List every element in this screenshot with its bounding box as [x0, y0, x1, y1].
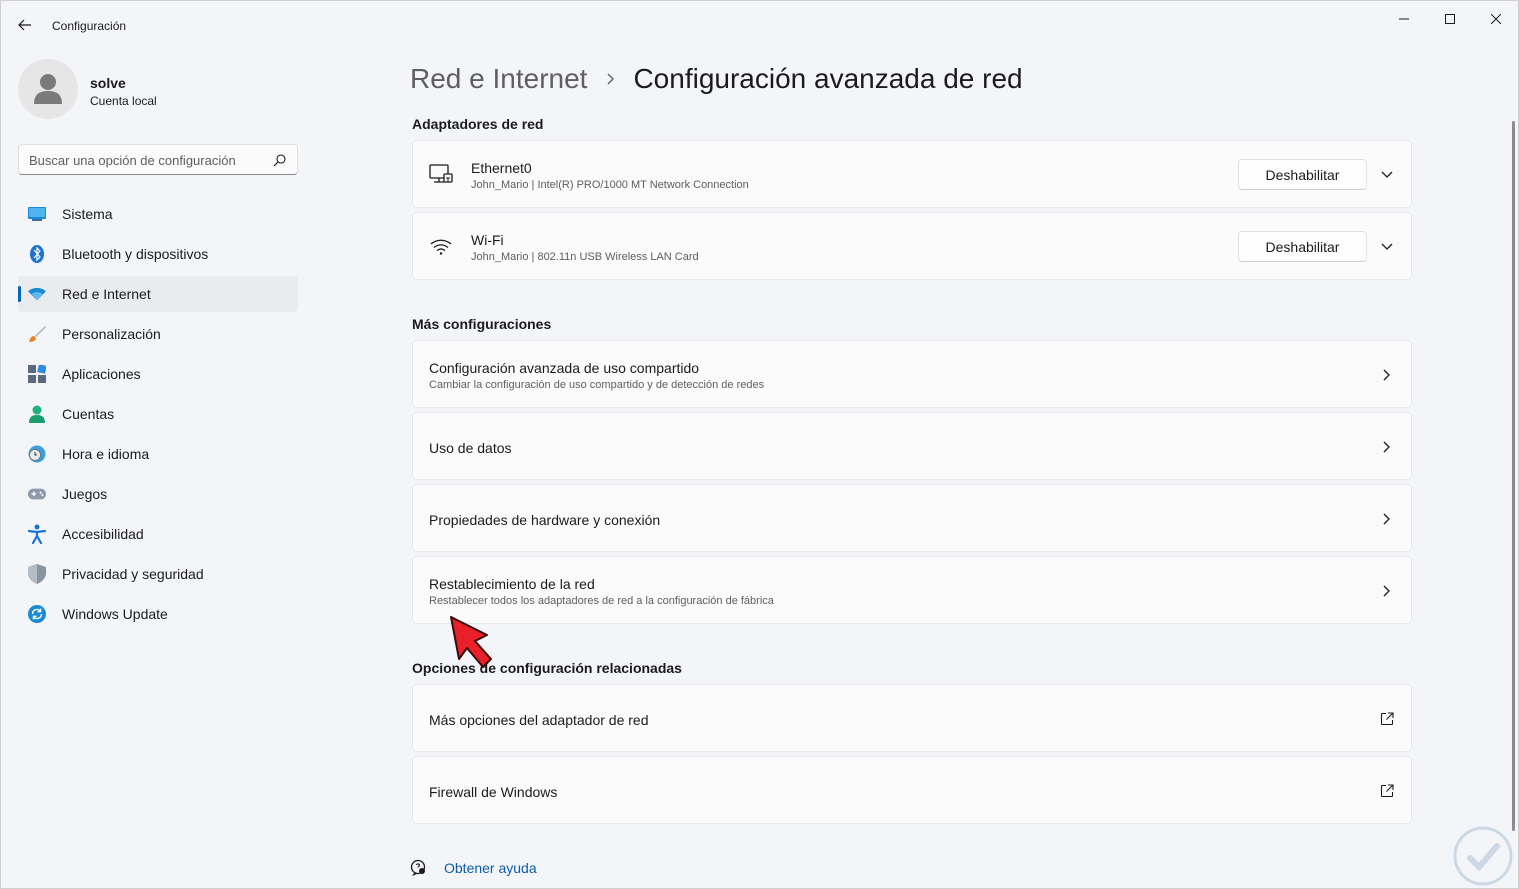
watermark-logo-icon: [1453, 826, 1513, 886]
external-link-icon: [1379, 783, 1395, 799]
scrollbar[interactable]: [1512, 121, 1515, 831]
card-subtitle: Restablecer todos los adaptadores de red…: [429, 595, 774, 607]
settings-card-propiedades-hardware[interactable]: Propiedades de hardware y conexión: [412, 484, 1412, 552]
related-card-firewall[interactable]: Firewall de Windows: [412, 756, 1412, 824]
app-title: Configuración: [52, 19, 127, 33]
sidebar-item-aplicaciones[interactable]: Aplicaciones: [18, 356, 298, 392]
sidebar-item-label: Red e Internet: [62, 286, 151, 302]
adapter-card-wifi[interactable]: Wi-Fi John_Mario | 802.11n USB Wireless …: [412, 212, 1412, 280]
clock-globe-icon: [28, 445, 46, 463]
settings-card-restablecimiento-red[interactable]: Restablecimiento de la red Restablecer t…: [412, 556, 1412, 624]
person-icon: [28, 405, 46, 423]
sidebar-item-juegos[interactable]: Juegos: [18, 476, 298, 512]
gamepad-icon: [28, 485, 46, 503]
chevron-down-icon[interactable]: [1377, 165, 1397, 185]
close-button[interactable]: [1473, 5, 1519, 33]
sidebar-item-label: Aplicaciones: [62, 366, 141, 382]
pointer-arrow-icon: [450, 616, 492, 668]
search-box[interactable]: [18, 144, 298, 175]
card-title: Uso de datos: [429, 440, 512, 456]
sidebar-nav: Sistema Bluetooth y dispositivos Red e I…: [18, 196, 298, 636]
sidebar-item-label: Sistema: [62, 206, 113, 222]
minimize-icon: [1399, 18, 1409, 20]
sidebar-item-bluetooth[interactable]: Bluetooth y dispositivos: [18, 236, 298, 272]
sidebar-item-privacidad[interactable]: Privacidad y seguridad: [18, 556, 298, 592]
card-subtitle: Cambiar la configuración de uso comparti…: [429, 379, 765, 391]
disable-button[interactable]: Deshabilitar: [1238, 231, 1367, 262]
card-title: Firewall de Windows: [429, 784, 558, 800]
sidebar-item-hora-idioma[interactable]: Hora e idioma: [18, 436, 298, 472]
help-chat-icon: [410, 859, 426, 876]
person-icon: [34, 74, 62, 104]
settings-window: Configuración solve Cuenta local Buscar …: [0, 0, 1519, 889]
sidebar-item-label: Personalización: [62, 326, 161, 342]
adapter-description: John_Mario | 802.11n USB Wireless LAN Ca…: [471, 251, 699, 263]
sidebar-item-personalizacion[interactable]: Personalización: [18, 316, 298, 352]
sidebar-item-accesibilidad[interactable]: Accesibilidad: [18, 516, 298, 552]
adapter-card-ethernet[interactable]: Ethernet0 John_Mario | Intel(R) PRO/1000…: [412, 140, 1412, 208]
chevron-right-icon: [1379, 367, 1395, 383]
brush-icon: [28, 325, 46, 343]
section-title-mas-configuraciones: Más configuraciones: [412, 316, 552, 332]
sidebar-item-label: Bluetooth y dispositivos: [62, 246, 209, 262]
search-icon[interactable]: [273, 153, 287, 167]
sidebar-item-label: Accesibilidad: [62, 526, 144, 542]
avatar: [18, 59, 78, 119]
bluetooth-icon: [28, 245, 46, 263]
adapter-name: Wi-Fi: [471, 232, 504, 248]
maximize-icon: [1445, 14, 1455, 24]
adapter-description: John_Mario | Intel(R) PRO/1000 MT Networ…: [471, 179, 749, 191]
sidebar-item-label: Windows Update: [62, 606, 168, 622]
sidebar-item-windows-update[interactable]: Windows Update: [18, 596, 298, 632]
card-title: Más opciones del adaptador de red: [429, 712, 649, 728]
ethernet-icon: [429, 163, 453, 187]
user-profile[interactable]: solve Cuenta local: [18, 59, 298, 119]
shield-icon: [28, 564, 46, 584]
chevron-right-icon: [1379, 583, 1395, 599]
sidebar-item-label: Hora e idioma: [62, 446, 150, 462]
close-icon: [1491, 14, 1501, 24]
sidebar-item-red-internet[interactable]: Red e Internet: [18, 276, 298, 312]
settings-card-uso-compartido[interactable]: Configuración avanzada de uso compartido…: [412, 340, 1412, 408]
breadcrumb: Red e Internet Configuración avanzada de…: [410, 59, 1023, 99]
minimize-button[interactable]: [1381, 5, 1427, 33]
sidebar-item-sistema[interactable]: Sistema: [18, 196, 298, 232]
title-bar: Configuración: [1, 1, 1518, 49]
breadcrumb-parent[interactable]: Red e Internet: [410, 63, 587, 95]
page-title: Configuración avanzada de red: [633, 63, 1023, 94]
sidebar-item-cuentas[interactable]: Cuentas: [18, 396, 298, 432]
settings-card-uso-datos[interactable]: Uso de datos: [412, 412, 1412, 480]
sidebar-item-label: Cuentas: [62, 406, 115, 422]
card-title: Configuración avanzada de uso compartido: [429, 360, 700, 376]
card-title: Restablecimiento de la red: [429, 576, 595, 592]
chevron-right-icon: [1379, 439, 1395, 455]
profile-name: solve: [90, 75, 126, 91]
get-help-link[interactable]: Obtener ayuda: [410, 857, 537, 879]
wifi-icon: [429, 235, 453, 259]
profile-account-type: Cuenta local: [90, 94, 157, 108]
accessibility-icon: [28, 524, 46, 544]
wifi-icon: [28, 285, 46, 303]
adapter-name: Ethernet0: [471, 160, 532, 176]
section-title-adaptadores: Adaptadores de red: [412, 116, 544, 132]
chevron-right-icon: [1379, 511, 1395, 527]
apps-icon: [28, 365, 46, 383]
card-title: Propiedades de hardware y conexión: [429, 512, 661, 528]
back-button[interactable]: [11, 13, 39, 37]
disable-button[interactable]: Deshabilitar: [1238, 159, 1367, 190]
chevron-right-icon: [607, 73, 615, 85]
help-label: Obtener ayuda: [444, 860, 537, 876]
system-icon: [28, 205, 46, 223]
external-link-icon: [1379, 711, 1395, 727]
sidebar-item-label: Juegos: [62, 486, 108, 502]
update-icon: [28, 605, 46, 623]
maximize-button[interactable]: [1427, 5, 1473, 33]
related-card-adaptador[interactable]: Más opciones del adaptador de red: [412, 684, 1412, 752]
search-input[interactable]: [29, 151, 259, 169]
chevron-down-icon[interactable]: [1377, 237, 1397, 257]
back-arrow-icon: [18, 19, 31, 31]
sidebar-item-label: Privacidad y seguridad: [62, 566, 204, 582]
